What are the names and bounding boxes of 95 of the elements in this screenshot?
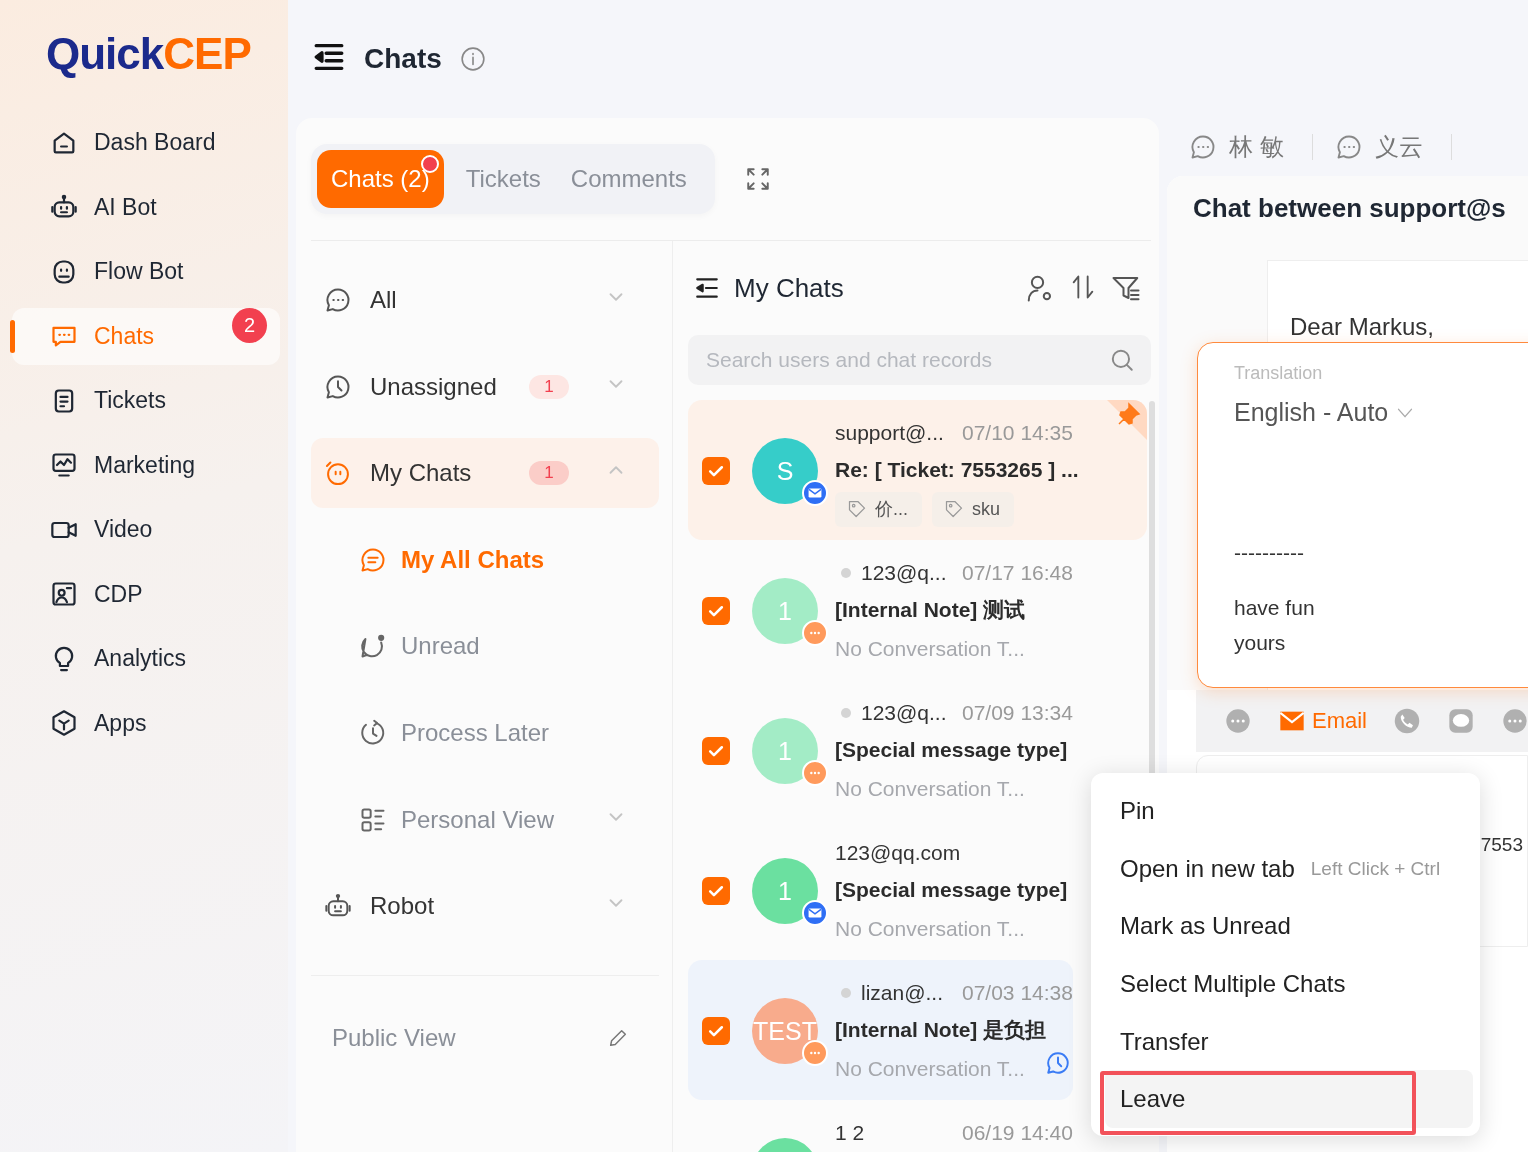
menu-item[interactable]: Pin [1105,782,1473,840]
timestamp: 06/19 14:40 [962,1121,1073,1145]
nav-item[interactable]: Flow Bot [12,243,280,300]
tag-chip: 价... [835,491,922,527]
chat-bubble-icon [1224,707,1252,735]
shortcut-hint: Left Click + Ctrl [1310,857,1441,880]
email-badge-icon [802,480,828,506]
active-indicator [10,319,15,353]
chat-bubble-icon [1334,133,1363,161]
chat-row[interactable]: 1 2 06/19 14:40 [688,1100,1073,1152]
filter-item[interactable]: All [311,265,659,335]
expand-icon [744,166,771,192]
menu-item[interactable]: Leave [1105,1070,1473,1129]
channel-tab[interactable] [1393,707,1421,735]
timestamp: 07/03 14:38 [962,981,1073,1005]
chat-subject: [Internal Note] 是负担 [835,1017,1048,1043]
nav-item[interactable]: Video [12,501,280,558]
contact-name: support@... [835,421,945,445]
checkbox[interactable] [702,597,730,625]
chat-row[interactable]: S support@... 07/10 14:35 Re: [ Ticket: 7553265 ] ... 价... sku [688,400,1147,540]
page-title: Chats [364,43,442,75]
nav-item[interactable]: Marketing [12,436,280,494]
menu-item[interactable]: Mark as Unread [1105,897,1473,956]
chat-row[interactable]: 1 123@q... 07/17 16:48 [Internal Note] 测试 No Conversation T... [688,540,1073,680]
search-icon [1109,347,1135,373]
timestamp: 07/17 16:48 [962,561,1073,585]
menu-item[interactable]: Open in new tab Left Click + Ctrl [1105,839,1473,898]
info-icon [459,46,486,72]
filter-item[interactable]: My Chats 1 [311,438,659,509]
face-icon [324,459,352,488]
message-preview: No Conversation T... [835,916,1025,942]
tag-chip: sku [932,491,1015,527]
chat-bubble-icon [1501,707,1528,735]
message-preview: No Conversation T... [835,1056,1025,1082]
chat-badge-icon [802,1040,828,1066]
chat-title: Chat between support@s [1167,176,1528,245]
channel-tab[interactable] [1224,707,1252,735]
clock-icon [1044,1050,1071,1076]
list-fold-icon [694,275,720,301]
count-badge: 2 [232,307,267,343]
menu-item[interactable]: Transfer [1105,1012,1473,1071]
chat-subject: Re: [ Ticket: 7553265 ] ... [835,457,1075,483]
chat-row[interactable]: 1 123@qq.com [Special message type] No Conversation T... [688,820,1073,960]
checkbox[interactable] [702,1017,730,1045]
ticket-number: 7553 [1480,834,1523,856]
tag-icon [847,499,867,519]
menu-item[interactable]: Select Multiple Chats [1105,955,1473,1013]
chat-subject: [Special message type] [835,737,1069,763]
conversation-tab[interactable]: 义云 [1334,134,1452,160]
chat-subject: [Special message type] [835,877,1069,903]
count-badge: 1 [529,374,569,399]
nav-item[interactable]: Apps [12,694,280,752]
nav-item[interactable]: CDP [12,565,280,623]
id-card-icon [50,580,78,608]
nav-item[interactable]: Analytics [12,630,280,687]
filter-item[interactable]: Robot [311,871,659,942]
nav-item[interactable]: Chats 2 [12,307,280,365]
list-title: My Chats [734,272,845,304]
checkbox[interactable] [702,737,730,765]
message-preview: No Conversation T... [835,776,1025,802]
phone-icon [1393,707,1421,735]
cube-icon [50,709,78,737]
nav-item[interactable]: Tickets [12,372,280,429]
contact-name: 123@q... [861,561,948,585]
filter-item[interactable]: Unassigned 1 [311,351,659,422]
search-field[interactable]: Search users and chat records [688,335,1151,385]
nav-item[interactable]: AI Bot [12,178,280,236]
line-logo-icon [1447,707,1475,735]
conversation-tab[interactable]: 林 敏 [1189,134,1313,160]
clock-arrow-icon [359,718,387,747]
nav-item[interactable]: Dash Board [12,114,280,171]
contact-name: 1 2 [835,1121,866,1145]
count-badge: 1 [529,461,569,486]
section-label: Public View [332,1024,456,1053]
logo: QuickCEP [46,28,251,80]
contact-name: 123@qq.com [835,841,962,865]
email-badge-icon [802,900,828,926]
chat-bubble-icon [324,286,352,314]
checkbox[interactable] [702,457,730,485]
monitor-chart-icon [50,451,78,479]
chat-row[interactable]: TEST lizan@... 07/03 14:38 [Internal Note] 是负担 No Conversation T... [688,960,1073,1100]
channel-tab[interactable] [1501,707,1528,735]
chat-bubble-icon [1189,133,1217,161]
contact-name: lizan@... [861,981,944,1005]
timestamp: 07/10 14:35 [962,421,1073,445]
timestamp: 07/09 13:34 [962,701,1073,725]
channel-tab[interactable] [1447,707,1475,735]
checkbox[interactable] [702,877,730,905]
chat-badge-icon [802,760,828,786]
contact-name: 123@q... [861,701,948,725]
chat-subject: [Internal Note] 测试 [835,597,1027,623]
chat-row[interactable]: 1 123@q... 07/09 13:34 [Special message type] No Conversation T... [688,680,1073,820]
tag-icon [944,499,964,519]
message-preview: No Conversation T... [835,636,1025,662]
chat-badge-icon [802,620,828,646]
